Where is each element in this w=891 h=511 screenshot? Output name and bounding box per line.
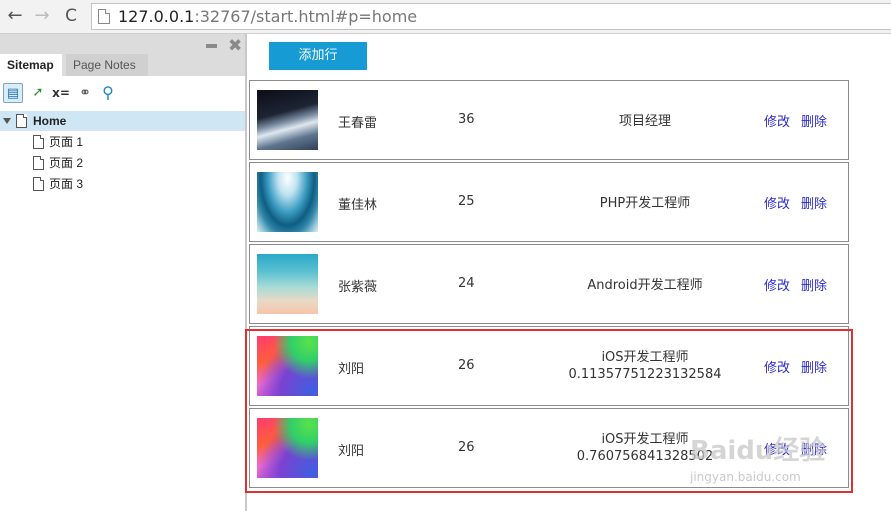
- highlight-box: [245, 329, 853, 493]
- add-row-button[interactable]: 添加行: [269, 42, 367, 70]
- row-name: 张紫薇: [338, 280, 378, 295]
- tree-label: 页面 1: [49, 135, 84, 149]
- pointer-icon[interactable]: ➚: [28, 83, 48, 103]
- page-icon: [33, 135, 44, 149]
- page-icon: [16, 114, 27, 128]
- address-bar[interactable]: 127.0.0.1:32767/start.html#p=home: [91, 3, 891, 30]
- row-age: 24: [458, 276, 475, 291]
- forward-icon[interactable]: →: [31, 5, 53, 27]
- table-row: 董佳林 25 PHP开发工程师 修改 删除: [249, 162, 849, 242]
- url-path: :32767/start.html#p=home: [194, 7, 418, 26]
- watermark-logo: Baidu经验: [690, 436, 826, 466]
- variables-icon[interactable]: x=: [51, 83, 71, 103]
- page-icon: [98, 9, 110, 24]
- browser-toolbar: ← → C 127.0.0.1:32767/start.html#p=home: [0, 0, 891, 34]
- tab-sitemap[interactable]: Sitemap: [0, 54, 62, 76]
- url-host: 127.0.0.1: [118, 7, 195, 26]
- reload-icon[interactable]: C: [60, 5, 82, 27]
- link-icon[interactable]: ⚭: [75, 83, 95, 103]
- row-job: Android开发工程师: [587, 278, 703, 293]
- minimize-icon[interactable]: [206, 38, 218, 48]
- row-age: 25: [458, 194, 475, 209]
- delete-link[interactable]: 删除: [801, 111, 827, 130]
- tree-label: 页面 2: [49, 156, 84, 170]
- url-text: 127.0.0.1:32767/start.html#p=home: [118, 7, 417, 26]
- close-icon[interactable]: ✖: [228, 36, 242, 56]
- delete-link[interactable]: 删除: [801, 193, 827, 212]
- edit-link[interactable]: 修改: [764, 111, 790, 130]
- avatar: [257, 90, 318, 150]
- table-row: 王春雷 36 项目经理 修改 删除: [249, 80, 849, 160]
- tree-label-home: Home: [33, 114, 67, 128]
- page-icon: [33, 177, 44, 191]
- row-job: 项目经理: [618, 114, 671, 129]
- tree-item-page1[interactable]: 页面 1: [0, 132, 245, 152]
- edit-link[interactable]: 修改: [764, 275, 790, 294]
- watermark-url: jingyan.baidu.com: [690, 470, 801, 484]
- tree-item-home[interactable]: Home: [0, 111, 245, 131]
- row-name: 王春雷: [338, 116, 378, 131]
- tree-label: 页面 3: [49, 177, 84, 191]
- row-job: PHP开发工程师: [599, 196, 691, 211]
- back-icon[interactable]: ←: [4, 5, 26, 27]
- tab-page-notes[interactable]: Page Notes: [66, 54, 148, 76]
- tree-item-page2[interactable]: 页面 2: [0, 153, 245, 173]
- avatar: [257, 172, 318, 232]
- page-list-icon[interactable]: ▤: [3, 83, 23, 103]
- edit-link[interactable]: 修改: [764, 193, 790, 212]
- delete-link[interactable]: 删除: [801, 275, 827, 294]
- avatar: [257, 254, 318, 314]
- page-icon: [33, 156, 44, 170]
- row-age: 36: [458, 112, 475, 127]
- expand-icon[interactable]: [3, 118, 11, 124]
- table-row: 张紫薇 24 Android开发工程师 修改 删除: [249, 244, 849, 324]
- sitemap-toolbar: ▤ ➚ x= ⚭ ⚲: [0, 76, 245, 109]
- search-icon[interactable]: ⚲: [98, 83, 118, 103]
- sitemap-panel: ✖ Sitemap Page Notes ▤ ➚ x= ⚭ ⚲ Home 页面 …: [0, 34, 247, 511]
- row-name: 董佳林: [338, 198, 378, 213]
- tree-item-page3[interactable]: 页面 3: [0, 174, 245, 194]
- panel-header: ✖ Sitemap Page Notes: [0, 34, 245, 76]
